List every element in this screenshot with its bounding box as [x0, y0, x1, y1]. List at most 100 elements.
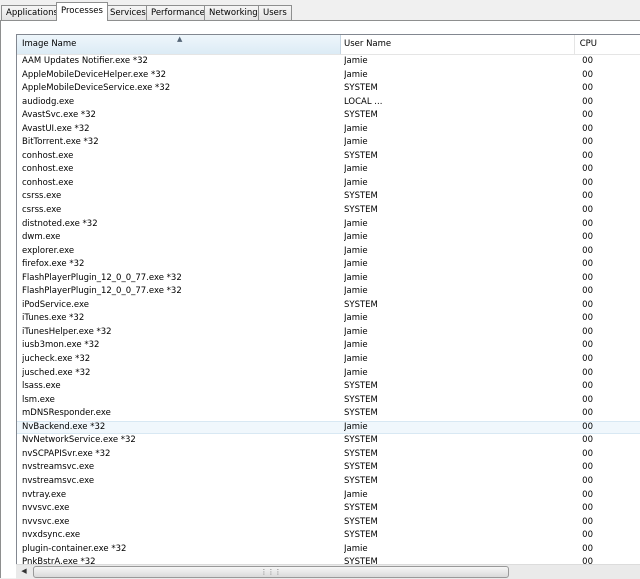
- process-row[interactable]: jucheck.exe *32 Jamie 00: [17, 353, 640, 367]
- process-row[interactable]: FlashPlayerPlugin_12_0_0_77.exe *32 Jamie…: [17, 272, 640, 286]
- tab-users[interactable]: Users: [258, 5, 292, 20]
- process-cpu: 00: [582, 354, 593, 365]
- process-list[interactable]: ▲ Image Name User Name CPU AAM Updates N…: [16, 34, 640, 578]
- process-cpu: 00: [582, 489, 593, 500]
- column-header-cpu[interactable]: CPU: [575, 35, 640, 54]
- process-row[interactable]: AAM Updates Notifier.exe *32 Jamie 00: [17, 55, 640, 69]
- process-row[interactable]: dwm.exe Jamie 00: [17, 231, 640, 245]
- tab-services[interactable]: Services: [105, 5, 151, 20]
- scroll-left-arrow-icon[interactable]: ◀: [16, 565, 32, 578]
- process-cpu: 00: [582, 83, 593, 94]
- process-cpu: 00: [582, 462, 593, 473]
- process-image-name: AppleMobileDeviceHelper.exe *32: [22, 69, 167, 80]
- process-row[interactable]: conhost.exe SYSTEM 00: [17, 150, 640, 164]
- process-row[interactable]: nvstreamsvc.exe SYSTEM 00: [17, 475, 640, 489]
- process-user-name: SYSTEM: [344, 408, 378, 419]
- process-row[interactable]: NvBackend.exe *32 Jamie 00: [17, 420, 640, 435]
- process-row[interactable]: distnoted.exe *32 Jamie 00: [17, 218, 640, 232]
- process-row[interactable]: csrss.exe SYSTEM 00: [17, 204, 640, 218]
- process-cpu: 00: [582, 435, 593, 446]
- process-cpu: 00: [582, 96, 593, 107]
- process-image-name: iTunesHelper.exe *32: [22, 326, 112, 337]
- process-row[interactable]: NvNetworkService.exe *32 SYSTEM 00: [17, 434, 640, 448]
- process-cpu: 00: [582, 137, 593, 148]
- tab-applications[interactable]: Applications: [1, 5, 63, 20]
- tab-processes[interactable]: Processes: [56, 2, 108, 21]
- process-image-name: nvstreamsvc.exe: [22, 462, 95, 473]
- process-user-name: SYSTEM: [344, 475, 378, 486]
- process-cpu: 00: [582, 110, 593, 121]
- process-user-name: Jamie: [344, 232, 368, 243]
- process-row[interactable]: firefox.exe *32 Jamie 00: [17, 258, 640, 272]
- process-row[interactable]: iusb3mon.exe *32 Jamie 00: [17, 339, 640, 353]
- tab-bar: Applications Processes Services Performa…: [0, 0, 640, 22]
- process-user-name: Jamie: [344, 421, 368, 432]
- sort-ascending-icon: ▲: [177, 35, 183, 43]
- processes-panel: ▲ Image Name User Name CPU AAM Updates N…: [0, 21, 640, 578]
- process-row[interactable]: AvastSvc.exe *32 SYSTEM 00: [17, 109, 640, 123]
- process-user-name: Jamie: [344, 259, 368, 270]
- process-cpu: 00: [582, 448, 593, 459]
- horizontal-scrollbar[interactable]: ◀ ⋮⋮⋮: [16, 564, 640, 579]
- process-row[interactable]: conhost.exe Jamie 00: [17, 177, 640, 191]
- process-row[interactable]: nvSCPAPISvr.exe *32 SYSTEM 00: [17, 448, 640, 462]
- process-row[interactable]: iTunesHelper.exe *32 Jamie 00: [17, 326, 640, 340]
- process-image-name: firefox.exe *32: [22, 259, 85, 270]
- process-image-name: audiodg.exe: [22, 96, 75, 107]
- scrollbar-grip-icon: ⋮⋮⋮: [260, 568, 282, 576]
- tab-networking[interactable]: Networking: [204, 5, 263, 20]
- process-cpu: 00: [582, 177, 593, 188]
- process-user-name: Jamie: [344, 164, 368, 175]
- process-row[interactable]: AppleMobileDeviceHelper.exe *32 Jamie 00: [17, 69, 640, 83]
- process-user-name: Jamie: [344, 367, 368, 378]
- process-cpu: 00: [582, 245, 593, 256]
- process-row[interactable]: nvvsvc.exe SYSTEM 00: [17, 502, 640, 516]
- process-row[interactable]: jusched.exe *32 Jamie 00: [17, 367, 640, 381]
- process-user-name: Jamie: [344, 272, 368, 283]
- process-image-name: jucheck.exe *32: [22, 354, 91, 365]
- process-cpu: 00: [582, 232, 593, 243]
- process-cpu: 00: [582, 123, 593, 134]
- process-cpu: 00: [582, 259, 593, 270]
- process-image-name: AAM Updates Notifier.exe *32: [22, 56, 148, 66]
- scrollbar-thumb[interactable]: ⋮⋮⋮: [33, 566, 509, 578]
- process-row[interactable]: BitTorrent.exe *32 Jamie 00: [17, 136, 640, 150]
- process-cpu: 00: [582, 286, 593, 297]
- process-row[interactable]: iTunes.exe *32 Jamie 00: [17, 312, 640, 326]
- process-row[interactable]: FlashPlayerPlugin_12_0_0_77.exe *32 Jamie…: [17, 285, 640, 299]
- process-user-name: SYSTEM: [344, 448, 378, 459]
- process-row[interactable]: nvtray.exe Jamie 00: [17, 489, 640, 503]
- process-image-name: iusb3mon.exe *32: [22, 340, 100, 351]
- process-row[interactable]: lsm.exe SYSTEM 00: [17, 394, 640, 408]
- column-header-image-name[interactable]: ▲ Image Name: [17, 35, 341, 54]
- process-row[interactable]: nvstreamsvc.exe SYSTEM 00: [17, 461, 640, 475]
- process-user-name: SYSTEM: [344, 299, 378, 310]
- process-row[interactable]: explorer.exe Jamie 00: [17, 245, 640, 259]
- process-image-name: iTunes.exe *32: [22, 313, 85, 324]
- process-cpu: 00: [582, 56, 593, 66]
- tab-performance[interactable]: Performance: [146, 5, 210, 20]
- process-cpu: 00: [582, 503, 593, 514]
- process-row[interactable]: AppleMobileDeviceService.exe *32 SYSTEM 00: [17, 82, 640, 96]
- process-row[interactable]: nvvsvc.exe SYSTEM 00: [17, 516, 640, 530]
- process-image-name: FlashPlayerPlugin_12_0_0_77.exe *32: [22, 286, 182, 297]
- process-row[interactable]: lsass.exe SYSTEM 00: [17, 380, 640, 394]
- process-row[interactable]: plugin-container.exe *32 Jamie 00: [17, 543, 640, 557]
- process-row[interactable]: csrss.exe SYSTEM 00: [17, 190, 640, 204]
- process-image-name: mDNSResponder.exe: [22, 408, 111, 419]
- process-row[interactable]: conhost.exe Jamie 00: [17, 163, 640, 177]
- process-row[interactable]: AvastUI.exe *32 Jamie 00: [17, 123, 640, 137]
- column-header-user-name[interactable]: User Name: [341, 35, 575, 54]
- process-user-name: Jamie: [344, 69, 368, 80]
- process-cpu: 00: [582, 191, 593, 202]
- process-row[interactable]: audiodg.exe LOCAL ... 00: [17, 96, 640, 110]
- process-row[interactable]: mDNSResponder.exe SYSTEM 00: [17, 407, 640, 421]
- process-image-name: AvastSvc.exe *32: [22, 110, 96, 121]
- process-row[interactable]: nvxdsync.exe SYSTEM 00: [17, 529, 640, 543]
- process-row[interactable]: iPodService.exe SYSTEM 00: [17, 299, 640, 313]
- process-user-name: Jamie: [344, 218, 368, 229]
- process-cpu: 00: [582, 394, 593, 405]
- process-cpu: 00: [582, 408, 593, 419]
- process-user-name: SYSTEM: [344, 83, 378, 94]
- process-image-name: conhost.exe: [22, 177, 74, 188]
